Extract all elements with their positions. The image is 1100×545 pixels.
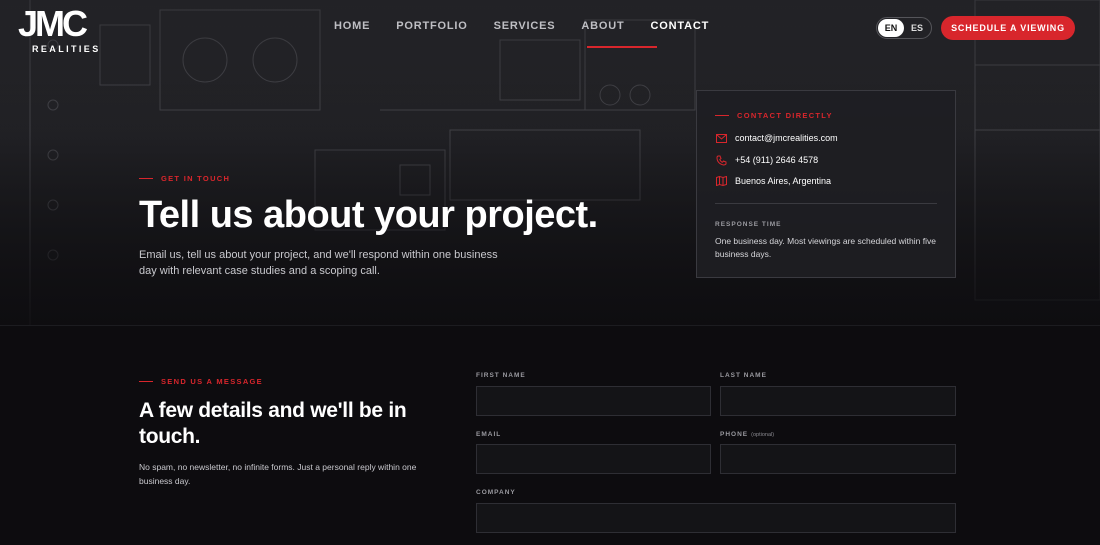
main-nav: HOME PORTFOLIO SERVICES ABOUT CONTACT [334, 20, 735, 32]
contact-phone-row[interactable]: +54 (911) 2646 4578 [715, 154, 818, 166]
logo-mark: JMC [18, 3, 88, 44]
language-option-en[interactable]: EN [878, 19, 904, 37]
contact-email[interactable]: contact@jmcrealities.com [735, 133, 838, 143]
form-eyebrow: SEND US A MESSAGE [139, 377, 263, 386]
hero-eyebrow: GET IN TOUCH [139, 174, 230, 183]
logo-subtitle: REALITIES [32, 44, 101, 54]
page-title: Tell us about your project. [139, 194, 598, 236]
nav-about[interactable]: ABOUT [581, 20, 624, 32]
first-name-field[interactable] [476, 386, 711, 416]
contact-card: CONTACT DIRECTLY contact@jmcrealities.co… [696, 90, 956, 278]
schedule-viewing-button[interactable]: SCHEDULE A VIEWING [941, 16, 1075, 40]
response-time-text: One business day. Most viewings are sche… [715, 236, 936, 259]
response-time-label: RESPONSE TIME [715, 221, 782, 228]
last-name-field[interactable] [720, 386, 956, 416]
nav-contact[interactable]: CONTACT [651, 20, 710, 32]
contact-phone[interactable]: +54 (911) 2646 4578 [735, 155, 818, 165]
hero-description: Email us, tell us about your project, an… [139, 249, 498, 277]
nav-portfolio[interactable]: PORTFOLIO [396, 20, 467, 32]
phone-label: PHONE (optional) [720, 431, 774, 438]
company-field[interactable] [476, 503, 956, 533]
form-eyebrow-label: SEND US A MESSAGE [161, 377, 263, 386]
form-section-title: A few details and we'll be in touch. [139, 399, 407, 448]
eyebrow-line [139, 178, 153, 179]
phone-field[interactable] [720, 444, 956, 474]
phone-icon [715, 154, 727, 166]
language-switcher: EN ES [876, 17, 932, 39]
map-icon [715, 175, 727, 187]
phone-optional-hint: (optional) [751, 432, 775, 438]
nav-active-indicator [587, 46, 657, 48]
contact-location: Buenos Aires, Argentina [735, 176, 832, 186]
card-divider [715, 203, 937, 204]
brand-logo[interactable]: JMC REALITIES [18, 3, 106, 55]
email-label: EMAIL [476, 431, 502, 438]
first-name-label: FIRST NAME [476, 372, 526, 379]
nav-services[interactable]: SERVICES [494, 20, 556, 32]
language-option-es[interactable]: ES [904, 19, 930, 37]
phone-label-text: PHONE [720, 431, 749, 438]
last-name-label: LAST NAME [720, 372, 767, 379]
nav-home[interactable]: HOME [334, 20, 370, 32]
company-label: COMPANY [476, 489, 516, 496]
email-field[interactable] [476, 444, 711, 474]
contact-card-eyebrow: CONTACT DIRECTLY [715, 111, 833, 120]
contact-location-row: Buenos Aires, Argentina [715, 175, 831, 187]
mail-icon [715, 132, 727, 144]
contact-card-eyebrow-label: CONTACT DIRECTLY [737, 111, 833, 120]
contact-email-row[interactable]: contact@jmcrealities.com [715, 132, 838, 144]
eyebrow-line [139, 381, 153, 382]
eyebrow-line [715, 115, 729, 116]
form-section-description: No spam, no newsletter, no infinite form… [139, 462, 417, 486]
hero-eyebrow-label: GET IN TOUCH [161, 174, 231, 183]
